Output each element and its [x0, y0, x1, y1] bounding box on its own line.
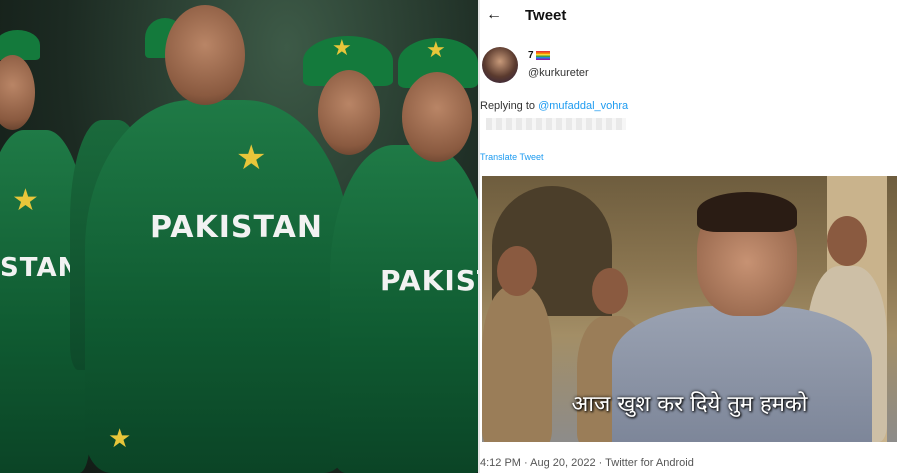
replying-to: Replying to @mufaddal_vohra: [480, 100, 628, 112]
tweet-header: ← Tweet: [480, 0, 900, 34]
mention-link[interactable]: @mufaddal_vohra: [538, 100, 628, 112]
jersey-text-left: STAN: [0, 253, 81, 283]
head-right-2: [402, 72, 472, 162]
jersey-text-right: PAKISTAN: [380, 264, 478, 297]
meme-image[interactable]: आज खुश कर दिये तुम हमको: [482, 176, 897, 442]
translate-tweet-link[interactable]: Translate Tweet: [480, 152, 544, 162]
star-badge-left: ★: [12, 184, 39, 217]
meme-man-hair: [697, 192, 797, 232]
user-handle[interactable]: @kurkureter: [528, 67, 589, 79]
player-center: [85, 100, 350, 473]
meme-man-body: [612, 306, 872, 442]
star-cap-right-1: ★: [332, 35, 352, 60]
tweet-panel: ← Tweet 7 @kurkureter Replying to @mufad…: [480, 0, 900, 473]
meme-caption: आज खुश कर दिये तुम हमको: [571, 392, 808, 417]
meme-bg-head-1: [497, 246, 537, 296]
star-cap-right-2: ★: [426, 37, 446, 62]
replying-prefix: Replying to: [480, 100, 539, 112]
tweet-footer: 4:12 PM · Aug 20, 2022 · Twitter for And…: [480, 457, 694, 469]
back-arrow-icon[interactable]: ←: [486, 6, 502, 24]
avatar[interactable]: [482, 47, 518, 83]
head-right-1: [318, 70, 380, 155]
jersey-text-center: PAKISTAN: [150, 210, 323, 245]
rainbow-flag-icon: [535, 50, 550, 60]
star-badge-center: ★: [236, 139, 267, 177]
tweet-text-blurred: [486, 118, 626, 130]
star-badge-bottom: ★: [108, 423, 132, 453]
meme-bg-person-1: [482, 286, 552, 442]
display-name-text: 7: [528, 50, 534, 61]
head-center: [165, 5, 245, 105]
display-name[interactable]: 7: [528, 50, 550, 61]
head-left: [0, 55, 35, 130]
cricket-team-photo: ★ STAN ★ PAKISTAN ★ ★ PAKISTAN ★: [0, 0, 478, 473]
player-right: [330, 145, 478, 473]
page-title: Tweet: [525, 7, 567, 24]
